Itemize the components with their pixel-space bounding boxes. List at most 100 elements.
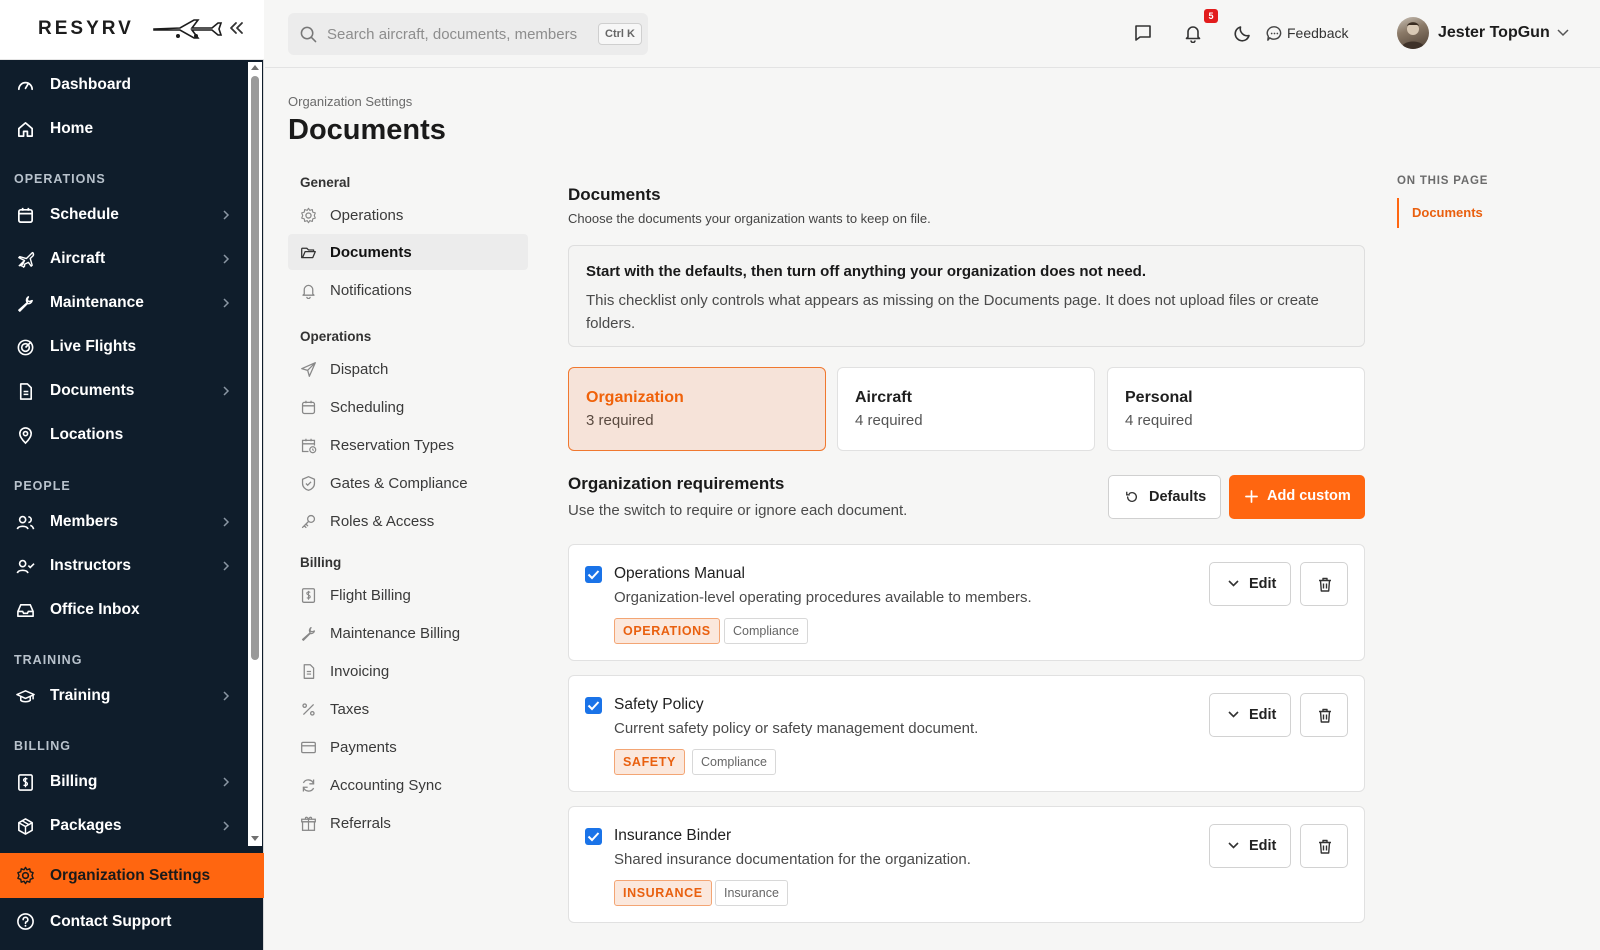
category-card-personal[interactable]: Personal 4 required — [1107, 367, 1365, 451]
sidebar-item-training[interactable]: Training — [0, 676, 248, 716]
gear-icon — [17, 866, 34, 885]
sidebar-item-live-flights[interactable]: Live Flights — [0, 327, 248, 367]
document-type-tag: Compliance — [692, 749, 777, 775]
sidebar-item-members[interactable]: Members — [0, 502, 248, 542]
sidebar-item-locations[interactable]: Locations — [0, 415, 248, 455]
subnav-group-operations: Operations — [300, 329, 372, 344]
subnav-item-maintenance-billing[interactable]: Maintenance Billing — [288, 615, 528, 651]
require-checkbox[interactable] — [585, 697, 602, 714]
subnav-item-reservation-types[interactable]: Reservation Types — [288, 427, 528, 463]
reset-icon — [1126, 491, 1138, 503]
section-title: Documents — [568, 185, 661, 204]
subnav-item-scheduling[interactable]: Scheduling — [288, 389, 528, 425]
search-placeholder: Search aircraft, documents, members — [327, 26, 578, 43]
subnav-item-payments[interactable]: Payments — [288, 729, 528, 765]
wrench-icon — [18, 296, 33, 312]
breadcrumb[interactable]: Organization Settings — [288, 94, 412, 109]
on-this-page-link-documents[interactable]: Documents — [1412, 205, 1483, 220]
subnav-item-flight-billing[interactable]: Flight Billing — [288, 577, 528, 613]
delete-button[interactable] — [1300, 693, 1348, 737]
key-icon — [301, 514, 316, 529]
document-description: Shared insurance documentation for the o… — [614, 851, 971, 868]
gift-icon — [301, 816, 316, 831]
edit-button[interactable]: Edit — [1209, 824, 1291, 868]
subnav-item-documents[interactable]: Documents — [288, 234, 528, 270]
receipt-dollar-icon — [18, 774, 33, 791]
calendar-icon — [17, 207, 34, 224]
subnav-item-label: Taxes — [330, 701, 370, 718]
subnav-item-taxes[interactable]: Taxes — [288, 691, 528, 727]
scroll-down-arrow-icon[interactable] — [251, 834, 259, 842]
category-card-aircraft[interactable]: Aircraft 4 required — [837, 367, 1095, 451]
sidebar-item-home[interactable]: Home — [0, 109, 248, 149]
subnav-item-notifications[interactable]: Notifications — [288, 272, 528, 308]
chevron-right-icon — [223, 254, 230, 264]
defaults-button[interactable]: Defaults — [1108, 475, 1221, 519]
subnav-item-operations[interactable]: Operations — [288, 197, 528, 233]
edit-button[interactable]: Edit — [1209, 562, 1291, 606]
chevron-right-icon — [223, 777, 230, 787]
sidebar-item-schedule[interactable]: Schedule — [0, 195, 248, 235]
send-icon — [301, 362, 316, 377]
scroll-up-arrow-icon[interactable] — [251, 64, 259, 72]
bell-icon[interactable] — [1183, 23, 1203, 43]
avatar[interactable] — [1397, 17, 1429, 49]
subnav-group-general: General — [300, 175, 351, 190]
user-name[interactable]: Jester TopGun — [1438, 24, 1550, 42]
category-name: Aircraft — [855, 389, 912, 406]
sidebar-item-aircraft[interactable]: Aircraft — [0, 239, 248, 279]
sidebar-scroll-thumb[interactable] — [251, 76, 259, 660]
sidebar-item-organization-settings[interactable]: Organization Settings — [0, 853, 264, 898]
search-input[interactable]: Search aircraft, documents, members Ctrl… — [288, 13, 648, 55]
chevron-right-icon — [223, 210, 230, 220]
map-pin-icon — [18, 427, 33, 445]
check-icon — [587, 832, 600, 842]
sidebar-item-billing[interactable]: Billing — [0, 762, 248, 802]
delete-button[interactable] — [1300, 562, 1348, 606]
plane-logo-icon — [153, 19, 223, 39]
brand-logo[interactable]: RESYRV — [38, 18, 134, 40]
help-circle-icon — [17, 913, 34, 930]
add-custom-button[interactable]: Add custom — [1229, 475, 1365, 519]
info-callout-body: This checklist only controls what appear… — [586, 292, 1319, 332]
document-category-tag: SAFETY — [614, 749, 685, 775]
subnav-item-gates-compliance[interactable]: Gates & Compliance — [288, 465, 528, 501]
sidebar-item-office-inbox[interactable]: Office Inbox — [0, 590, 248, 630]
info-callout-title: Start with the defaults, then turn off a… — [586, 263, 1147, 280]
edit-button[interactable]: Edit — [1209, 693, 1291, 737]
subnav-item-roles-access[interactable]: Roles & Access — [288, 503, 528, 539]
check-icon — [587, 570, 600, 580]
delete-button[interactable] — [1300, 824, 1348, 868]
category-card-organization[interactable]: Organization 3 required — [568, 367, 826, 451]
feedback-button[interactable]: Feedback — [1287, 25, 1348, 41]
require-checkbox[interactable] — [585, 828, 602, 845]
subnav-item-invoicing[interactable]: Invoicing — [288, 653, 528, 689]
sidebar-item-instructors[interactable]: Instructors — [0, 546, 248, 586]
sidebar-item-dashboard[interactable]: Dashboard — [0, 65, 248, 105]
document-description: Organization-level operating procedures … — [614, 589, 1032, 606]
info-callout: Start with the defaults, then turn off a… — [568, 245, 1365, 347]
moon-icon[interactable] — [1233, 23, 1253, 43]
trash-icon — [1319, 577, 1331, 592]
subnav-item-accounting-sync[interactable]: Accounting Sync — [288, 767, 528, 803]
notification-count-badge: 5 — [1204, 9, 1218, 23]
subnav-item-referrals[interactable]: Referrals — [288, 805, 528, 841]
collapse-sidebar-icon[interactable] — [228, 20, 244, 36]
category-count: 4 required — [855, 412, 923, 429]
sidebar-item-packages[interactable]: Packages — [0, 806, 248, 846]
subnav-item-label: Invoicing — [330, 663, 390, 680]
chevron-down-icon[interactable] — [1557, 29, 1569, 37]
subnav-item-label: Reservation Types — [330, 437, 454, 454]
trash-icon — [1319, 839, 1331, 854]
subnav-item-label: Operations — [330, 207, 404, 224]
sidebar-item-label: Maintenance — [50, 294, 144, 311]
sidebar-item-documents[interactable]: Documents — [0, 371, 248, 411]
messages-icon[interactable] — [1133, 23, 1153, 43]
sidebar-item-contact-support[interactable]: Contact Support — [0, 899, 264, 945]
require-checkbox[interactable] — [585, 566, 602, 583]
sidebar-item-maintenance[interactable]: Maintenance — [0, 283, 248, 323]
on-this-page-title: ON THIS PAGE — [1397, 175, 1489, 187]
document-title: Safety Policy — [614, 696, 704, 713]
sidebar: RESYRV Dashboard Home OPERATIONS Schedul… — [0, 0, 264, 950]
subnav-item-dispatch[interactable]: Dispatch — [288, 351, 528, 387]
